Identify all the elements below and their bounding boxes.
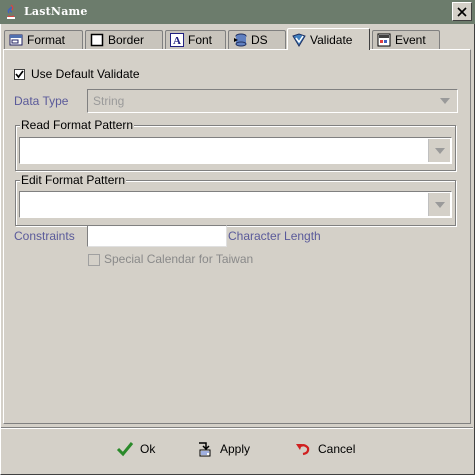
special-calendar-checkbox[interactable] [88, 254, 100, 266]
validate-icon [292, 32, 306, 47]
checkmark-icon [15, 70, 24, 79]
character-length-label: Character Length [228, 229, 321, 243]
data-type-dropdown-arrow[interactable] [434, 91, 456, 111]
check-icon [116, 442, 134, 457]
undo-arrow-icon [296, 444, 310, 456]
cancel-button-label: Cancel [318, 442, 356, 456]
tab-border[interactable]: Border [85, 30, 163, 49]
use-default-validate-label: Use Default Validate [31, 67, 140, 81]
special-calendar-label: Special Calendar for Taiwan [104, 252, 254, 266]
data-type-select[interactable]: String [87, 89, 458, 113]
apply-button[interactable]: Apply [196, 436, 250, 462]
read-format-dropdown-arrow[interactable] [428, 139, 450, 162]
apply-button-label: Apply [220, 442, 251, 456]
ok-button-label: Ok [140, 442, 156, 456]
constraints-label: Constraints [14, 229, 75, 243]
read-format-legend: Read Format Pattern [20, 118, 135, 132]
constraints-input[interactable] [87, 225, 227, 247]
font-icon: A [170, 33, 184, 47]
tab-event-label: Event [395, 33, 426, 47]
java-app-icon [3, 4, 19, 20]
close-icon [457, 6, 467, 17]
edit-format-pattern-input[interactable] [19, 191, 452, 218]
cancel-button[interactable]: Cancel [294, 436, 355, 462]
ok-button[interactable]: Ok [116, 436, 155, 462]
chevron-down-icon [434, 201, 445, 208]
use-default-validate-checkbox[interactable] [14, 69, 25, 80]
event-icon [377, 33, 391, 47]
tab-format-label: Format [27, 33, 66, 47]
tab-event[interactable]: Event [372, 30, 440, 49]
tab-ds[interactable]: DS [228, 30, 286, 49]
edit-format-legend: Edit Format Pattern [20, 173, 127, 187]
window-title: LastName [24, 5, 88, 18]
button-bar-separator [1, 427, 473, 429]
datasource-icon [234, 33, 247, 47]
tab-font-label: Font [188, 33, 213, 47]
border-icon [90, 33, 104, 47]
window-close-button[interactable] [452, 2, 472, 21]
read-format-pattern-input[interactable] [19, 137, 452, 164]
tab-validate-label: Validate [310, 32, 353, 47]
edit-format-dropdown-arrow[interactable] [428, 193, 450, 216]
tab-validate[interactable]: Validate [287, 28, 370, 50]
tab-font[interactable]: A Font [165, 30, 226, 49]
svg-text:A: A [173, 35, 181, 47]
title-bar: LastName [0, 0, 475, 24]
apply-icon [199, 442, 211, 457]
chevron-down-icon [440, 98, 450, 104]
data-type-value: String [93, 94, 125, 108]
data-type-label: Data Type [14, 94, 69, 108]
chevron-down-icon [434, 147, 445, 154]
tab-format[interactable]: Format [4, 30, 83, 49]
format-icon [9, 34, 23, 46]
tab-ds-label: DS [251, 33, 268, 47]
tab-border-label: Border [108, 33, 145, 47]
